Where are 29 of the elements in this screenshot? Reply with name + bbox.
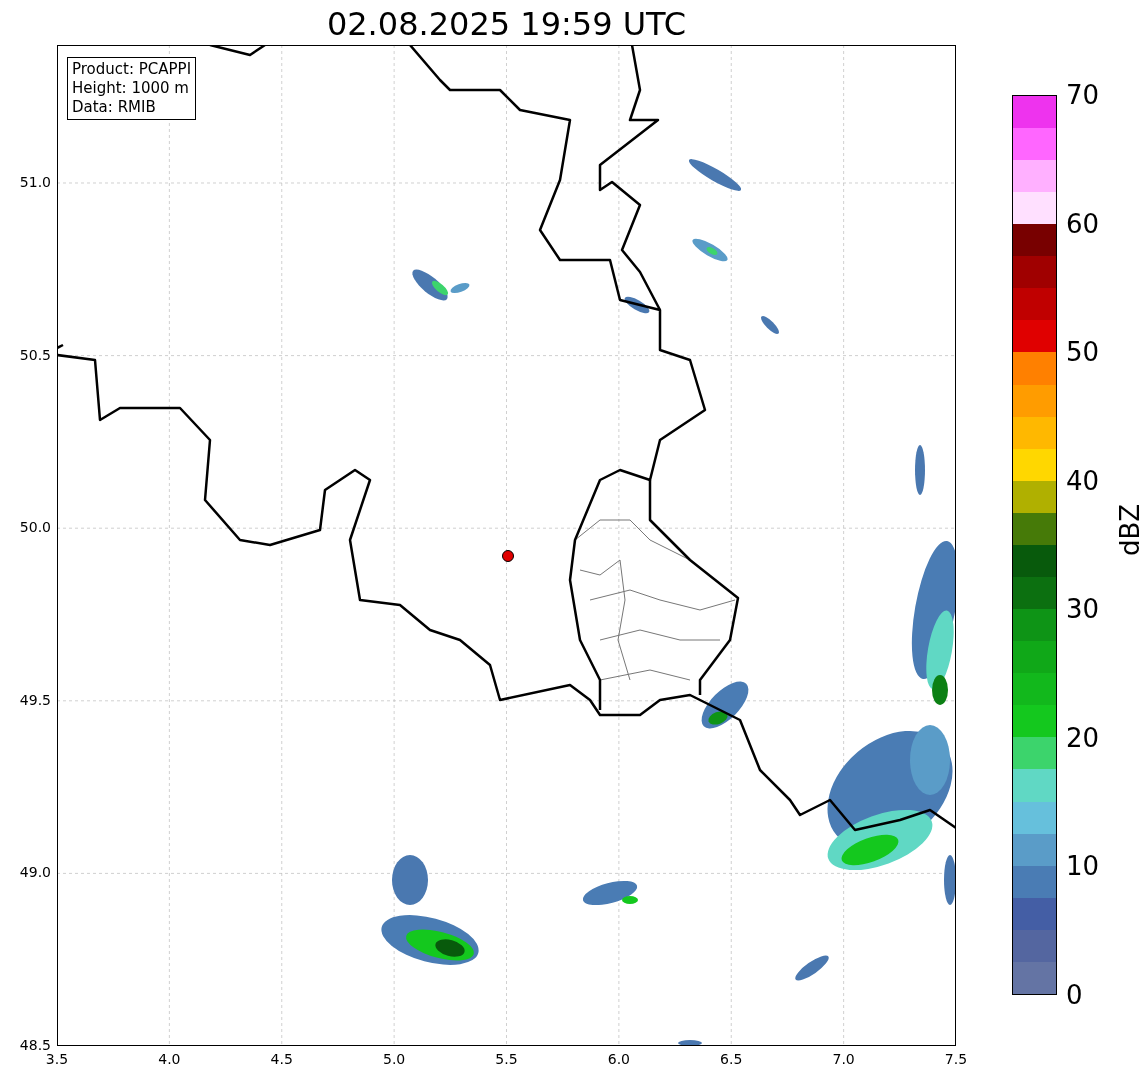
info-text: Data: RMIB [72,98,157,117]
colorbar-tick-label: 40 [1066,467,1100,494]
colorbar-tick-label: 20 [1066,724,1100,751]
y-tick-label: 49.5 [19,691,51,708]
y-tick-label: 51.0 [19,174,51,190]
x-tick-label: 7.5 [944,1051,968,1067]
x-tick-label: 5.0 [383,1051,406,1067]
colorbar-tick-label: 0 [1066,982,1083,1008]
colorbar-tick-label: 60 [1066,210,1100,237]
x-tick-label: 7.0 [832,1051,855,1067]
chart-title: 02.08.2025 19:59 UTC [326,5,687,45]
colorbar-tick-label: 30 [1066,596,1100,623]
y-tick-label: 48.5 [19,1037,51,1053]
colorbar-tick-label: 50 [1066,339,1100,366]
info-text: Product: PCAPPI [72,60,192,79]
x-tick-label: 6.0 [607,1051,630,1067]
colorbar-tick-label: 70 [1066,82,1100,108]
y-tick-label: 50.0 [19,519,51,536]
x-tick-label: 3.5 [45,1051,69,1067]
y-tick-label: 50.5 [19,346,51,363]
y-tick-label: 49.0 [19,864,51,881]
colorbar-tick-label: 10 [1066,853,1100,880]
x-tick-label: 4.5 [270,1051,293,1067]
radar-site-marker [502,550,514,562]
x-tick-label: 5.5 [495,1051,518,1067]
x-tick-label: 4.0 [158,1051,181,1067]
x-tick-label: 6.5 [720,1051,743,1067]
colorbar-label: dBZ [1115,503,1145,557]
info-text: Height: 1000 m [72,79,190,98]
